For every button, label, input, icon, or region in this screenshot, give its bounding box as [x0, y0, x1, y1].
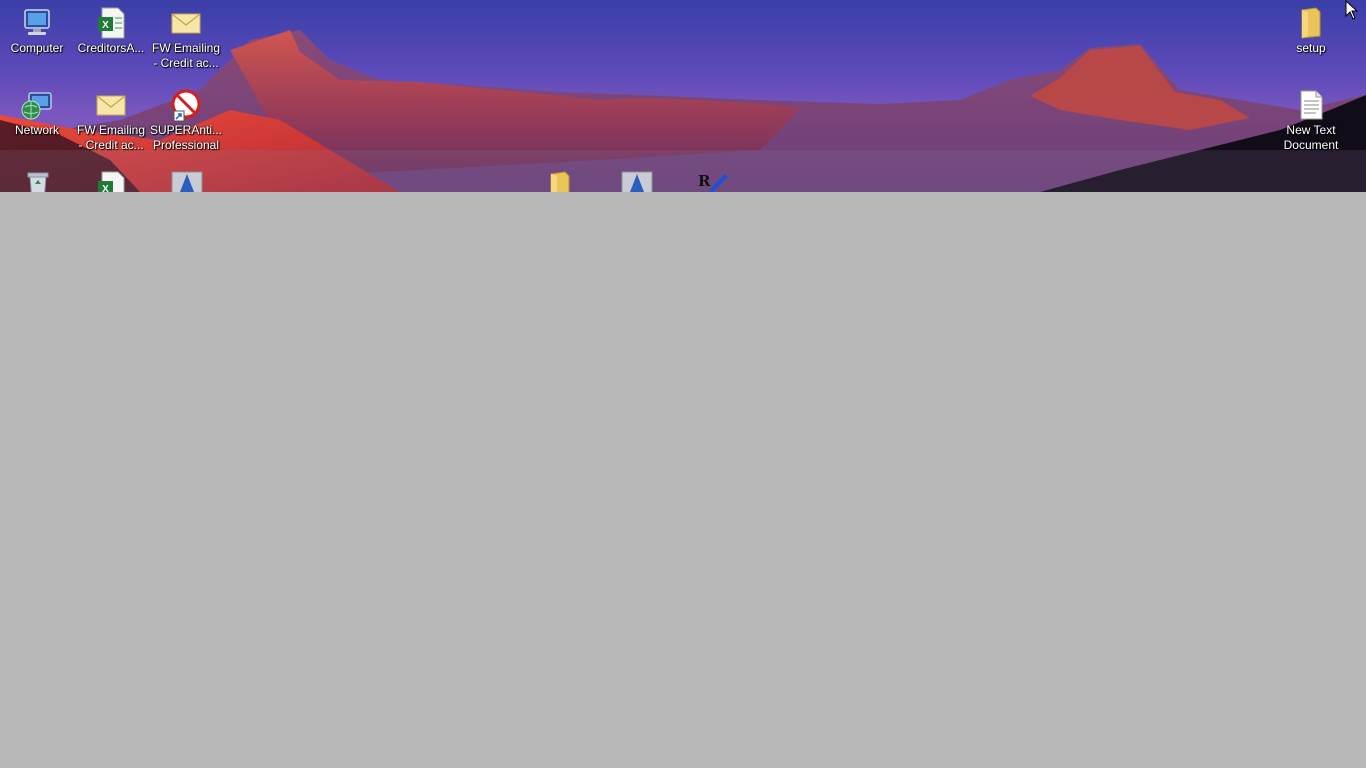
rx-application-icon[interactable]: R: [695, 170, 729, 192]
computer-icon: [24, 9, 50, 35]
email-message-icon: [96, 95, 126, 116]
superantispyware-icon: [171, 89, 201, 122]
desktop-icon-email-2[interactable]: FW Emailing - Credit ac...: [74, 88, 148, 153]
svg-text:X: X: [102, 184, 109, 192]
svg-text:R: R: [698, 172, 711, 190]
desktop-icon-setup-folder[interactable]: setup: [1274, 6, 1348, 56]
desktop-icon-network[interactable]: Network: [0, 88, 74, 138]
desktop-icon-label: Computer: [10, 41, 64, 55]
installer-icon[interactable]: [170, 170, 204, 192]
svg-text:X: X: [102, 20, 109, 31]
text-document-icon: [1300, 90, 1323, 120]
desktop-icon-label: FW Emailing - Credit ac...: [76, 123, 145, 152]
desktop-icon-new-text-document[interactable]: New Text Document: [1274, 88, 1348, 153]
desktop-icon-label: setup: [1296, 41, 1326, 55]
email-message-icon: [171, 13, 201, 34]
excel-file-icon: X: [98, 7, 125, 39]
folder-icon[interactable]: [543, 170, 577, 192]
mouse-cursor-icon: [1345, 0, 1359, 20]
desktop-icon-label: SUPERAnti... Professional: [149, 123, 223, 152]
installer-icon[interactable]: [620, 170, 654, 192]
desktop-screen: Computer X CreditorsA... FW Emailing - C…: [0, 0, 1366, 768]
desktop-icon-computer[interactable]: Computer: [0, 6, 74, 56]
desktop-icon-label: FW Emailing - Credit ac...: [151, 41, 220, 70]
desktop-icon-label: New Text Document: [1283, 123, 1339, 152]
desktop-icon-label: CreditorsA...: [77, 41, 145, 55]
desktop-icon-email-1[interactable]: FW Emailing - Credit ac...: [149, 6, 223, 71]
desktop-icon-creditors-excel[interactable]: X CreditorsA...: [74, 6, 148, 56]
desktop-icon-superantispyware[interactable]: SUPERAnti... Professional: [149, 88, 223, 153]
desktop-icon-label: Network: [14, 123, 59, 137]
folder-icon: [1301, 7, 1321, 39]
blank-screen-area: [0, 192, 1366, 768]
excel-file-icon[interactable]: X: [94, 170, 128, 192]
recycle-bin-icon[interactable]: [21, 170, 55, 192]
network-icon: [21, 92, 52, 120]
